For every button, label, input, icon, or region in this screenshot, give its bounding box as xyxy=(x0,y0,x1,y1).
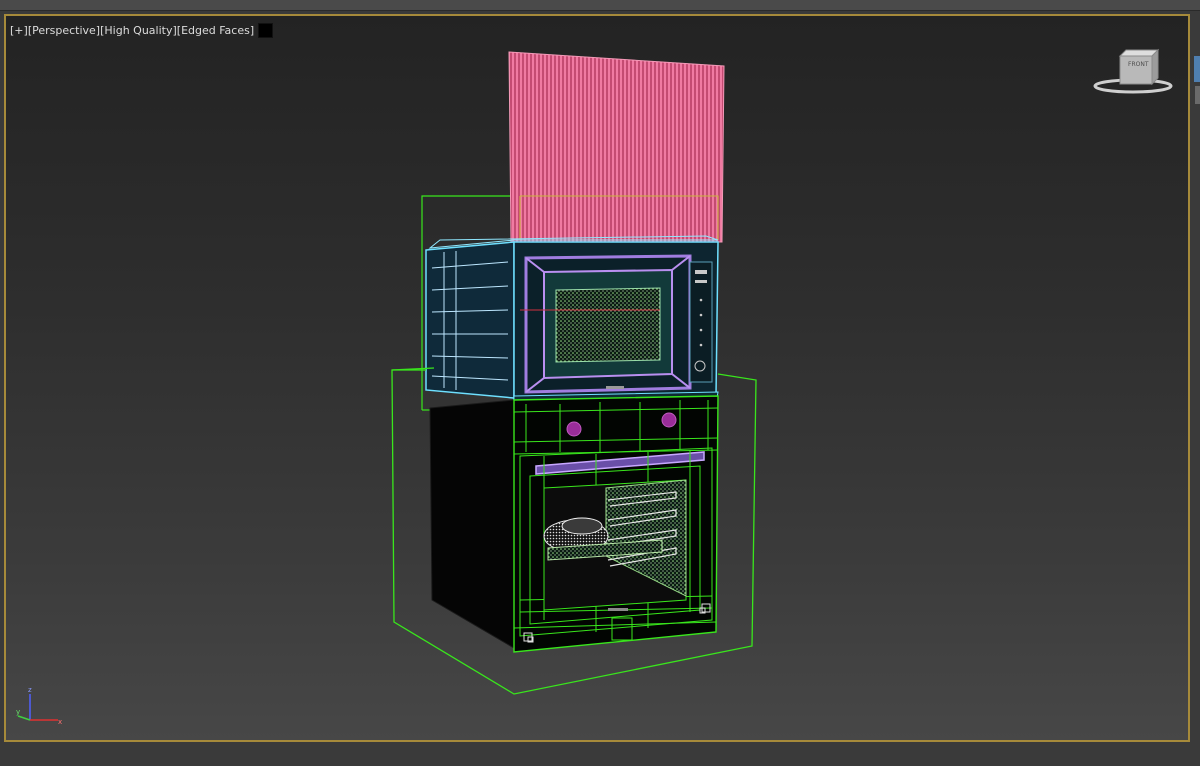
axis-x-label: x xyxy=(58,718,62,726)
oven-object[interactable] xyxy=(429,395,719,653)
right-panel-tab-secondary[interactable] xyxy=(1195,86,1200,104)
axis-tripod: z y x xyxy=(16,686,62,726)
right-panel-tab[interactable] xyxy=(1194,56,1200,82)
max-app-window: [+] [Perspective] [High Quality] [Edged … xyxy=(0,0,1200,766)
microwave-object[interactable] xyxy=(425,235,719,409)
axis-y-label: y xyxy=(16,708,20,716)
axis-z-label: z xyxy=(28,686,32,694)
bottom-status-strip xyxy=(0,744,1200,766)
viewcube-widget[interactable] xyxy=(1090,38,1176,98)
back-panel-object[interactable] xyxy=(508,51,725,243)
viewport-scene[interactable] xyxy=(0,0,1200,766)
viewcube-front-label[interactable]: FRONT xyxy=(1128,61,1149,68)
